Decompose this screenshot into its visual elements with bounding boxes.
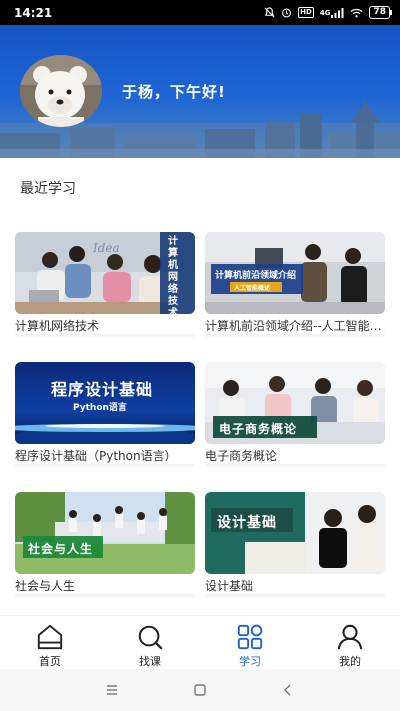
card-divider [15,594,195,599]
course-card-design[interactable]: 设计基础 设计基础 [205,492,385,599]
tab-label: 找课 [139,655,161,668]
home-icon [37,624,63,650]
user-icon [337,624,363,650]
jumping-students-image [15,492,195,574]
course-thumbnail[interactable]: 程序设计基础 Python语言 [15,362,195,444]
status-icons: HD 4G 78 [264,6,392,19]
course-thumbnail[interactable]: 计算机前沿领域介绍 人工智能概述 [205,232,385,314]
card-divider [205,334,385,339]
course-thumbnail[interactable]: 设计基础 [205,492,385,574]
avatar[interactable] [20,55,102,127]
tab-label: 我的 [339,655,361,668]
network-label: 4G [319,8,331,17]
card-divider [205,464,385,469]
design-class-image [205,492,385,574]
course-title[interactable]: 电子商务概论 [205,449,385,464]
section-title-recent: 最近学习 [20,181,76,197]
card-divider [15,334,195,339]
course-card-society[interactable]: 社会与人生 社会与人生 [15,492,195,599]
home-square-icon[interactable] [192,682,208,698]
android-navigation-bar [0,669,400,711]
course-thumbnail[interactable]: 电子商务概论 [205,362,385,444]
course-card-python[interactable]: 程序设计基础 Python语言 程序设计基础（Python语言） [15,362,195,469]
grid-icon [237,624,263,650]
polar-bear-avatar-icon [20,55,102,127]
course-card-frontier[interactable]: 计算机前沿领域介绍 人工智能概述 计算机前沿领域介绍--人工智能概述 [205,232,385,339]
thumb-title: 社会与人生 [28,542,94,556]
tab-mine[interactable]: 我的 [300,616,400,669]
alarm-icon [281,7,292,18]
status-bar: 14:21 HD 4G 78 [0,0,400,25]
battery-indicator: 78 [369,6,392,19]
card-divider [15,464,195,469]
svg-text:Idea: Idea [92,241,120,255]
signal-icon: 4G [319,7,345,18]
thumb-subtitle: Python语言 [73,403,127,413]
course-title[interactable]: 程序设计基础（Python语言） [15,449,195,464]
menu-icon[interactable] [104,682,120,698]
course-title[interactable]: 设计基础 [205,579,385,594]
bottom-tab-bar: 首页 找课 学习 我的 [0,615,400,669]
thumb-title: 计算机前沿领域介绍 [215,271,297,281]
hd-icon: HD [298,7,314,18]
tab-label: 学习 [239,655,261,668]
back-icon[interactable] [280,682,296,698]
course-thumbnail[interactable]: 社会与人生 [15,492,195,574]
course-title[interactable]: 计算机网络技术 [15,319,195,334]
thumb-title: 电子商务概论 [219,422,298,436]
course-card-network[interactable]: Idea 计算机网络技术 计算机网络技术 [15,232,195,339]
course-thumbnail[interactable]: Idea 计算机网络技术 [15,232,195,314]
thumb-title: 计算机网络技术 [168,236,178,314]
course-title[interactable]: 社会与人生 [15,579,195,594]
wifi-icon [350,8,363,18]
thumb-title: 程序设计基础 [51,380,154,399]
tab-label: 首页 [39,655,61,668]
mute-icon [264,7,275,18]
search-icon [138,625,163,650]
tab-study[interactable]: 学习 [200,616,300,669]
tab-find-course[interactable]: 找课 [100,616,200,669]
profile-header: 于杨，下午好! [0,25,400,158]
card-divider [205,594,385,599]
greeting-text: 于杨，下午好! [122,83,226,101]
course-card-ecommerce[interactable]: 电子商务概论 电子商务概论 [205,362,385,469]
thumb-subtitle: 人工智能概述 [234,285,271,292]
tab-home[interactable]: 首页 [0,616,100,669]
course-title[interactable]: 计算机前沿领域介绍--人工智能概述 [205,319,385,334]
thumb-title: 设计基础 [217,515,277,531]
status-time: 14:21 [14,5,53,20]
